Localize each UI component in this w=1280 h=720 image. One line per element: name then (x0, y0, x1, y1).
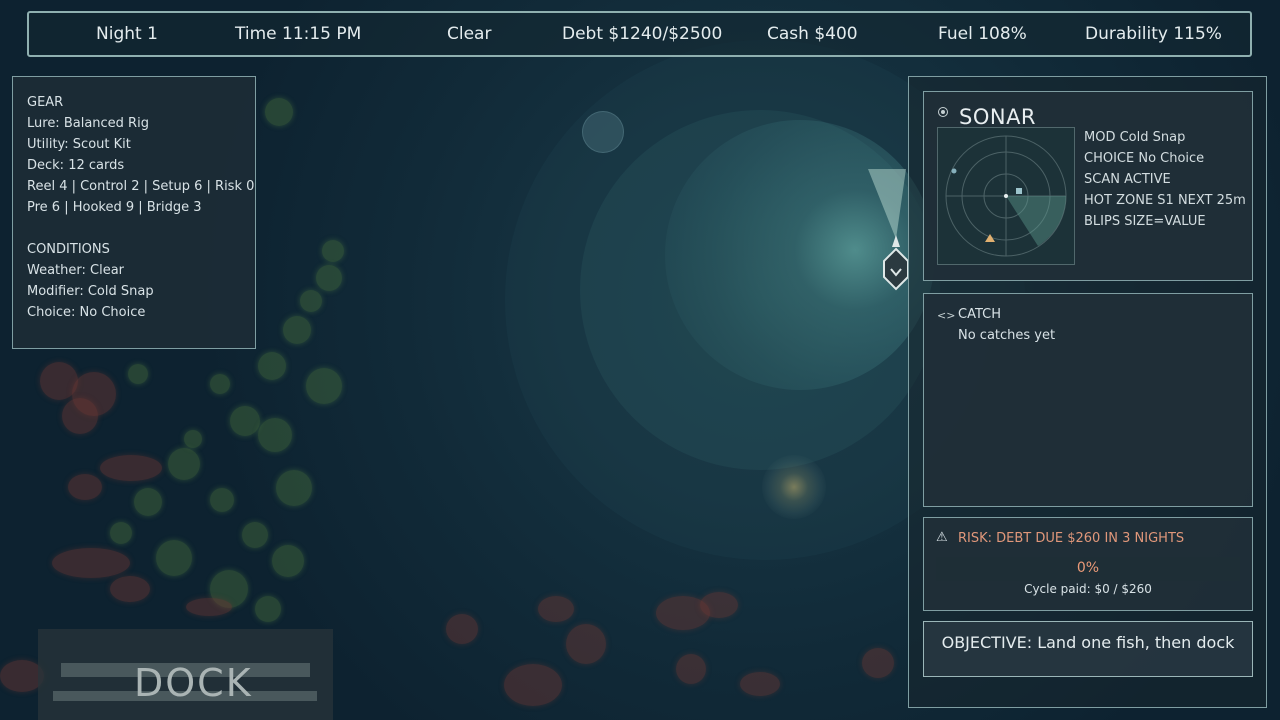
dock[interactable]: DOCK (38, 629, 333, 720)
lily-pad (62, 398, 98, 434)
lily-pad (258, 418, 292, 452)
fuel-status: Fuel 108% (938, 24, 1027, 44)
weather-status: Clear (447, 24, 492, 44)
catch-title: CATCH (958, 307, 1001, 322)
lily-pad (538, 596, 574, 622)
lily-pad (255, 596, 281, 622)
lily-pad (168, 448, 200, 480)
cash-status: Cash $400 (767, 24, 858, 44)
fish-icon: <> (937, 309, 956, 322)
lily-pad (316, 265, 342, 291)
lily-pad (52, 548, 130, 578)
lily-pad (283, 316, 311, 344)
warning-icon: ⚠ (936, 530, 948, 545)
lily-pad (300, 290, 322, 312)
catch-empty-text: No catches yet (958, 328, 1056, 343)
fish-spot[interactable] (582, 111, 624, 153)
lily-pad (68, 474, 102, 500)
debt-status: Debt $1240/$2500 (562, 24, 723, 44)
sonar-mod: MOD Cold Snap (1084, 130, 1186, 145)
sonar-panel: SONAR MOD Cold Snap CHOICE No Choice SCA… (923, 91, 1253, 281)
risk-progress-label: 0% (1076, 560, 1100, 576)
sonar-info: MOD Cold Snap CHOICE No Choice SCAN ACTI… (1084, 127, 1246, 232)
lily-pad (210, 374, 230, 394)
lily-pad (186, 598, 232, 616)
sonar-title: SONAR (959, 105, 1037, 129)
lily-pad (862, 648, 894, 678)
objective-text: OBJECTIVE: Land one fish, then dock (941, 633, 1235, 652)
sonar-radar[interactable] (937, 127, 1075, 265)
lily-pad (265, 98, 293, 126)
cycle-paid-text: Cycle paid: $0 / $260 (1024, 582, 1152, 596)
lily-pad (242, 522, 268, 548)
weather-condition: Weather: Clear (27, 263, 125, 278)
lily-pad (740, 672, 780, 696)
catch-panel: <> CATCH No catches yet (923, 293, 1253, 507)
deck-label: Deck: 12 cards (27, 158, 125, 173)
lily-pad (566, 624, 606, 664)
utility-label: Utility: Scout Kit (27, 137, 131, 152)
player-boat[interactable] (860, 165, 910, 295)
modifier-condition: Modifier: Cold Snap (27, 284, 154, 299)
lily-pad (100, 455, 162, 481)
sonar-scan: SCAN ACTIVE (1084, 172, 1171, 187)
lily-pad (134, 488, 162, 516)
lily-pad (322, 240, 344, 262)
gear-heading: GEAR (27, 95, 64, 110)
sonar-choice: CHOICE No Choice (1084, 151, 1205, 166)
lily-pad (272, 545, 304, 577)
dock-label: DOCK (134, 661, 253, 705)
stats-line-2: Pre 6 | Hooked 9 | Bridge 3 (27, 200, 202, 215)
durability-status: Durability 115% (1085, 24, 1222, 44)
gear-panel: GEAR Lure: Balanced Rig Utility: Scout K… (12, 76, 256, 349)
risk-progress-bar: 0% (936, 557, 1240, 581)
lily-pad (700, 592, 738, 618)
sonar-icon (938, 107, 948, 117)
lily-pad (110, 522, 132, 544)
stats-line-1: Reel 4 | Control 2 | Setup 6 | Risk 0 (27, 179, 255, 194)
lily-pad (676, 654, 706, 684)
lily-pad (128, 364, 148, 384)
lure-label: Lure: Balanced Rig (27, 116, 149, 131)
choice-condition: Choice: No Choice (27, 305, 146, 320)
lily-pad (306, 368, 342, 404)
fish-spot[interactable] (762, 455, 826, 519)
lily-pad (184, 430, 202, 448)
risk-panel: ⚠ RISK: DEBT DUE $260 IN 3 NIGHTS 0% Cyc… (923, 517, 1253, 611)
lily-pad (230, 406, 260, 436)
conditions-heading: CONDITIONS (27, 242, 110, 257)
night-counter: Night 1 (96, 24, 158, 44)
hud-bar: Night 1 Time 11:15 PM Clear Debt $1240/$… (27, 11, 1252, 57)
lily-pad (504, 664, 562, 706)
radar-display (945, 135, 1067, 257)
lily-pad (276, 470, 312, 506)
lily-pad (210, 488, 234, 512)
objective-panel: OBJECTIVE: Land one fish, then dock (923, 621, 1253, 677)
risk-title: RISK: DEBT DUE $260 IN 3 NIGHTS (958, 531, 1185, 546)
sonar-hot-zone: HOT ZONE S1 NEXT 25m (1084, 193, 1246, 208)
lily-pad (446, 614, 478, 644)
sonar-blips: BLIPS SIZE=VALUE (1084, 214, 1206, 229)
game-time: Time 11:15 PM (235, 24, 362, 44)
lily-pad (258, 352, 286, 380)
lily-pad (110, 576, 150, 602)
lily-pad (156, 540, 192, 576)
